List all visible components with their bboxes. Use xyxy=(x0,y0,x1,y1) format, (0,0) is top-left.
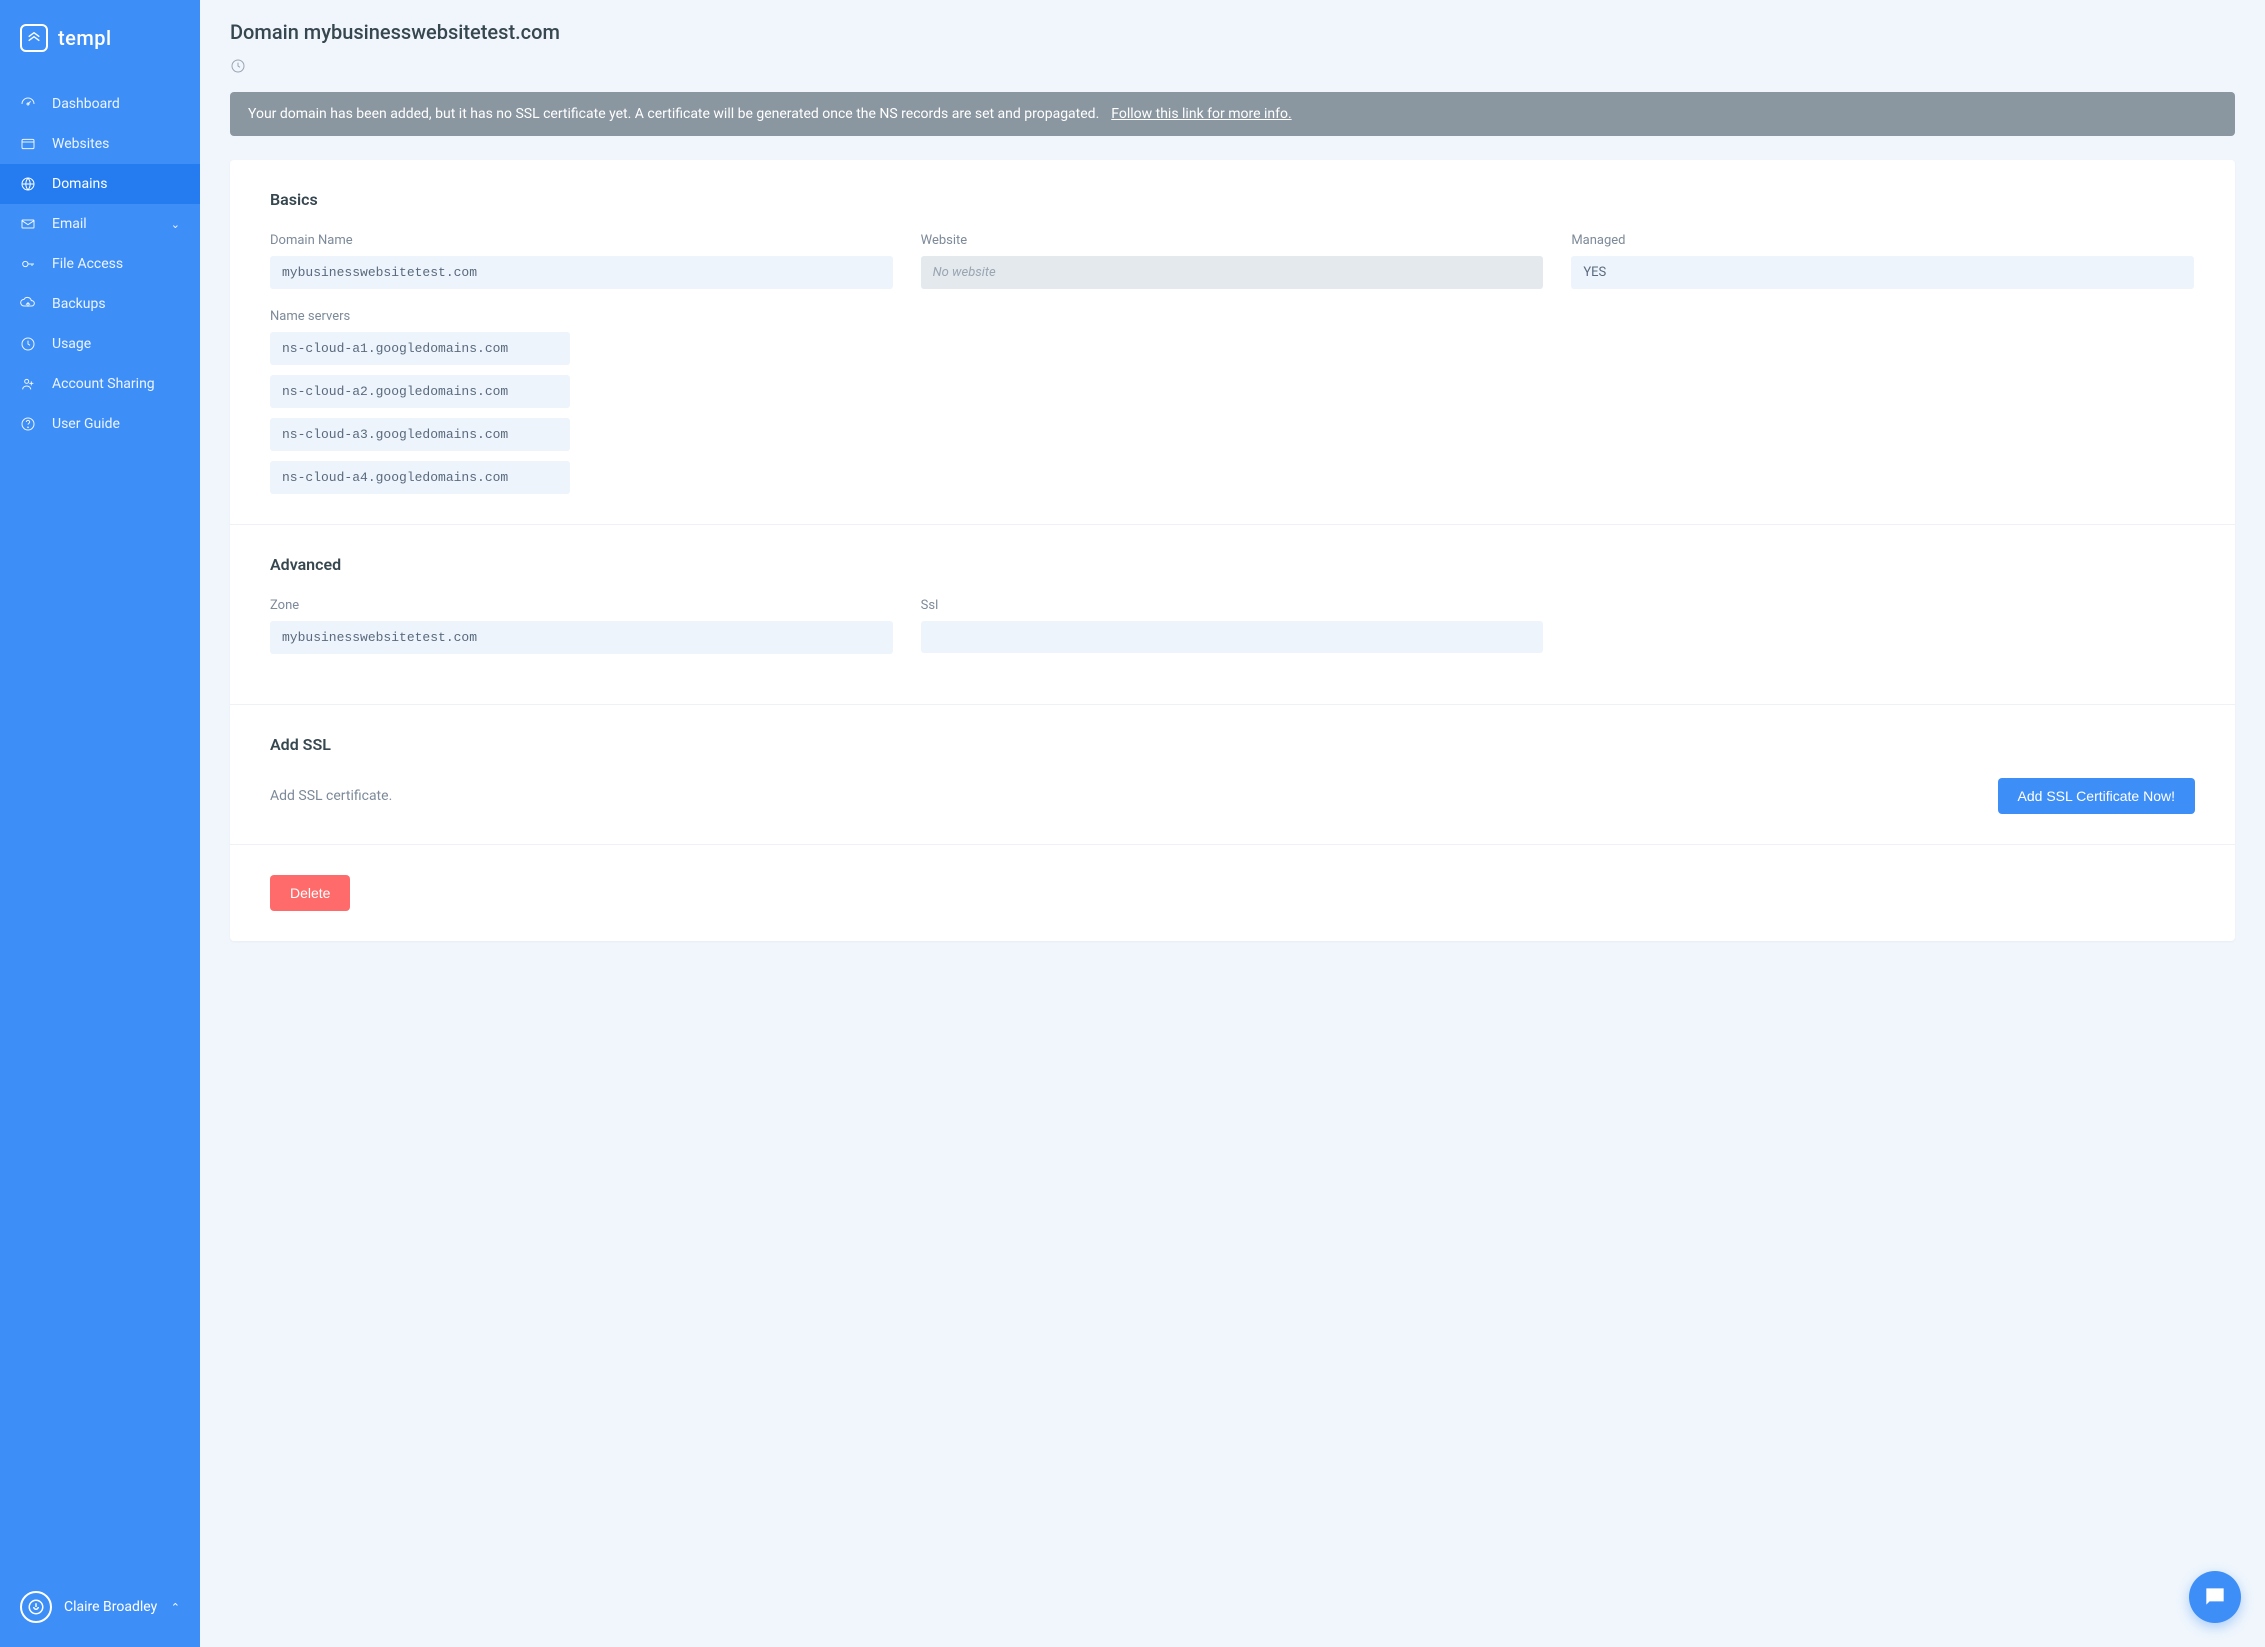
managed-group: Managed YES xyxy=(1571,233,2194,289)
history-icon[interactable] xyxy=(230,58,2235,78)
ssl-label: Ssl xyxy=(921,598,1544,613)
help-icon xyxy=(20,416,36,432)
sidebar-item-user-guide[interactable]: User Guide xyxy=(0,404,200,444)
nameserver-field[interactable]: ns-cloud-a2.googledomains.com xyxy=(270,375,570,408)
share-icon xyxy=(20,376,36,392)
nameserver-field[interactable]: ns-cloud-a1.googledomains.com xyxy=(270,332,570,365)
ssl-group: Ssl xyxy=(921,598,1544,654)
add-ssl-text: Add SSL certificate. xyxy=(270,788,392,804)
sidebar-item-label: Backups xyxy=(52,296,106,312)
dashboard-icon xyxy=(20,96,36,112)
domain-card: Basics Domain Name mybusinesswebsitetest… xyxy=(230,160,2235,941)
sidebar-item-usage[interactable]: Usage xyxy=(0,324,200,364)
sidebar-item-label: Websites xyxy=(52,136,109,152)
add-ssl-title: Add SSL xyxy=(270,735,2195,754)
logo[interactable]: templ xyxy=(0,0,200,76)
usage-icon xyxy=(20,336,36,352)
sidebar-item-label: User Guide xyxy=(52,416,120,432)
ssl-field[interactable] xyxy=(921,621,1544,653)
sidebar-item-email[interactable]: Email ⌄ xyxy=(0,204,200,244)
advanced-section: Advanced Zone mybusinesswebsitetest.com … xyxy=(230,525,2235,705)
delete-section: Delete xyxy=(230,845,2235,941)
email-icon xyxy=(20,216,36,232)
logo-icon xyxy=(20,24,48,52)
sidebar-item-label: Email xyxy=(52,216,87,232)
page-title: Domain mybusinesswebsitetest.com xyxy=(230,20,2235,44)
backups-icon xyxy=(20,296,36,312)
basics-section: Basics Domain Name mybusinesswebsitetest… xyxy=(230,160,2235,525)
main-content: Domain mybusinesswebsitetest.com Your do… xyxy=(200,0,2265,1647)
sidebar-item-label: Usage xyxy=(52,336,91,352)
zone-field[interactable]: mybusinesswebsitetest.com xyxy=(270,621,893,654)
user-bar[interactable]: Claire Broadley ⌃ xyxy=(0,1575,200,1647)
zone-group: Zone mybusinesswebsitetest.com xyxy=(270,598,893,654)
advanced-title: Advanced xyxy=(270,555,2195,574)
nameserver-field[interactable]: ns-cloud-a4.googledomains.com xyxy=(270,461,570,494)
sidebar-item-domains[interactable]: Domains xyxy=(0,164,200,204)
nameservers-label: Name servers xyxy=(270,309,570,324)
add-ssl-section: Add SSL Add SSL certificate. Add SSL Cer… xyxy=(230,705,2235,845)
nameserver-field[interactable]: ns-cloud-a3.googledomains.com xyxy=(270,418,570,451)
websites-icon xyxy=(20,136,36,152)
managed-field[interactable]: YES xyxy=(1571,256,2194,289)
sidebar-item-label: Domains xyxy=(52,176,107,192)
website-field[interactable]: No website xyxy=(921,256,1544,289)
user-name: Claire Broadley xyxy=(64,1599,157,1615)
domains-icon xyxy=(20,176,36,192)
sidebar-item-websites[interactable]: Websites xyxy=(0,124,200,164)
ssl-alert: Your domain has been added, but it has n… xyxy=(230,92,2235,136)
chat-bubble[interactable] xyxy=(2189,1571,2241,1623)
chevron-up-icon: ⌃ xyxy=(171,1601,180,1614)
logo-text: templ xyxy=(58,26,112,50)
zone-label: Zone xyxy=(270,598,893,613)
domain-name-label: Domain Name xyxy=(270,233,893,248)
domain-name-group: Domain Name mybusinesswebsitetest.com xyxy=(270,233,893,289)
chevron-down-icon: ⌄ xyxy=(171,218,180,231)
nameservers-list: ns-cloud-a1.googledomains.com ns-cloud-a… xyxy=(270,332,570,494)
domain-name-field[interactable]: mybusinesswebsitetest.com xyxy=(270,256,893,289)
sidebar-item-label: File Access xyxy=(52,256,123,272)
sidebar-item-label: Dashboard xyxy=(52,96,120,112)
website-group: Website No website xyxy=(921,233,1544,289)
key-icon xyxy=(20,256,36,272)
delete-button[interactable]: Delete xyxy=(270,875,350,911)
website-label: Website xyxy=(921,233,1544,248)
sidebar-item-dashboard[interactable]: Dashboard xyxy=(0,84,200,124)
sidebar-item-file-access[interactable]: File Access xyxy=(0,244,200,284)
alert-link[interactable]: Follow this link for more info. xyxy=(1111,106,1291,122)
alert-text: Your domain has been added, but it has n… xyxy=(248,106,1099,122)
avatar xyxy=(20,1591,52,1623)
sidebar-item-account-sharing[interactable]: Account Sharing xyxy=(0,364,200,404)
sidebar: templ Dashboard Websites Domains Email ⌄ xyxy=(0,0,200,1647)
add-ssl-button[interactable]: Add SSL Certificate Now! xyxy=(1998,778,2195,814)
nav: Dashboard Websites Domains Email ⌄ File … xyxy=(0,84,200,444)
sidebar-item-label: Account Sharing xyxy=(52,376,155,392)
managed-label: Managed xyxy=(1571,233,2194,248)
sidebar-item-backups[interactable]: Backups xyxy=(0,284,200,324)
basics-title: Basics xyxy=(270,190,2195,209)
